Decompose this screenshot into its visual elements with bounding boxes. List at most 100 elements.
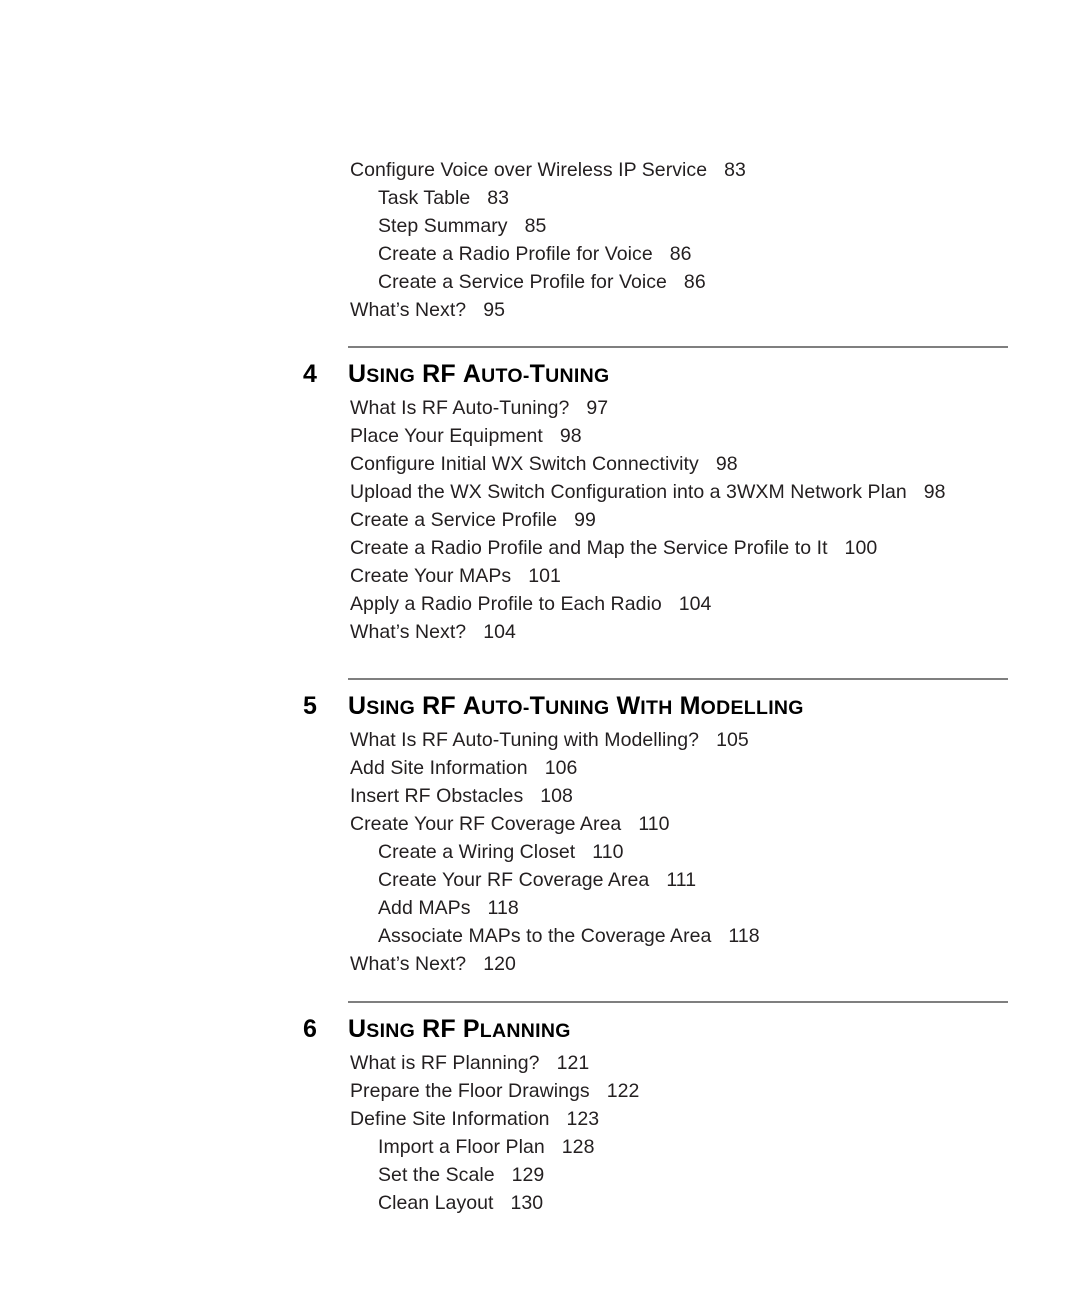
toc-entry[interactable]: Upload the WX Switch Configuration into … (350, 478, 946, 506)
toc-entry-page-number: 108 (540, 785, 573, 807)
chapter-title-acronym: RF (422, 692, 456, 720)
chapter-title-smallcaps: ODELLING (700, 697, 804, 719)
toc-entry-page-number: 122 (606, 1080, 640, 1102)
toc-entry-title: Insert RF Obstacles (350, 785, 524, 807)
toc-entry-title: What’s Next? (350, 953, 467, 975)
toc-entry[interactable]: Configure Initial WX Switch Connectivity… (350, 450, 946, 478)
toc-entry[interactable]: Step Summary 85 (350, 212, 746, 240)
toc-entry-title: Create a Wiring Closet (378, 841, 576, 863)
chapter-title-acronym: RF (422, 1015, 456, 1043)
toc-entry-page-number: 121 (556, 1052, 590, 1074)
chapter-title-hyphen: - (522, 697, 530, 719)
toc-entry[interactable]: Apply a Radio Profile to Each Radio 104 (350, 590, 946, 618)
chapter-divider-rule (348, 1001, 1008, 1003)
toc-entry-page-number: 104 (678, 593, 712, 615)
toc-entry[interactable]: Create Your RF Coverage Area 111 (350, 866, 760, 894)
toc-entry-page-number: 104 (483, 621, 516, 643)
chapter-heading[interactable]: 5 USING RF AUTO-TUNING WITH MODELLING (303, 689, 804, 723)
toc-entry[interactable]: Add Site Information 106 (350, 754, 760, 782)
toc-entry-title: Create Your RF Coverage Area (378, 869, 650, 891)
chapter-entries: What Is RF Auto-Tuning with Modelling? 10… (350, 726, 760, 978)
toc-entry[interactable]: Create a Wiring Closet 110 (350, 838, 760, 866)
toc-entry[interactable]: What’s Next? 95 (350, 296, 746, 324)
toc-entry-title: Configure Initial WX Switch Connectivity (350, 453, 699, 475)
toc-entry-title: What’s Next? (350, 621, 467, 643)
toc-entry-page-number: 130 (510, 1192, 544, 1214)
toc-entry-title: Step Summary (378, 215, 508, 237)
chapter-title-initial: A (462, 360, 482, 388)
chapter-title-hyphen: - (522, 365, 530, 387)
toc-entry-title: Place Your Equipment (350, 425, 543, 447)
chapter-title-initial: U (348, 360, 367, 388)
toc-entry[interactable]: Place Your Equipment 98 (350, 422, 946, 450)
chapter-title-smallcaps: UTO (481, 365, 523, 387)
toc-entry-page-number: 120 (483, 953, 516, 975)
chapter-title-smallcaps: UTO (481, 697, 523, 719)
toc-entry-title: Import a Floor Plan (378, 1136, 545, 1158)
chapter-title-smallcaps: SING (366, 1020, 416, 1042)
chapter-entries: What Is RF Auto-Tuning? 97 Place Your Equi… (350, 394, 946, 646)
toc-entry-title: Apply a Radio Profile to Each Radio (350, 593, 662, 615)
toc-entry[interactable]: Create a Service Profile for Voice 86 (350, 268, 746, 296)
toc-entry[interactable]: What is RF Planning? 121 (350, 1049, 639, 1077)
toc-entry-title: Associate MAPs to the Coverage Area (378, 925, 712, 947)
toc-entry-page-number: 105 (716, 729, 749, 751)
toc-entry-title: What’s Next? (350, 299, 467, 321)
toc-entry[interactable]: Define Site Information 123 (350, 1105, 639, 1133)
chapter-title-initial: U (348, 1015, 367, 1043)
chapter-title-initial: T (529, 360, 546, 388)
toc-entry-page-number: 83 (487, 187, 510, 209)
chapter-title-smallcaps: UNING (545, 365, 610, 387)
toc-entry-title: What is RF Planning? (350, 1052, 540, 1074)
toc-entry[interactable]: Create a Radio Profile for Voice 86 (350, 240, 746, 268)
toc-entry-title: Create Your MAPs (350, 565, 512, 587)
toc-entry-title: Task Table (378, 187, 471, 209)
chapter-heading[interactable]: 4 USING RF AUTO-TUNING (303, 357, 609, 391)
toc-entry[interactable]: Prepare the Floor Drawings 122 (350, 1077, 639, 1105)
chapter-title-initial: T (529, 692, 546, 720)
toc-page: Configure Voice over Wireless IP Service… (0, 0, 1080, 1296)
toc-entry-page-number: 97 (586, 397, 609, 419)
chapter-title-initial: P (462, 1015, 480, 1043)
toc-entry-page-number: 128 (561, 1136, 595, 1158)
toc-entry-page-number: 99 (574, 509, 596, 531)
toc-entry[interactable]: Import a Floor Plan 128 (350, 1133, 639, 1161)
toc-entry[interactable]: Clean Layout 130 (350, 1189, 639, 1217)
chapter-title-smallcaps: SING (366, 697, 416, 719)
toc-entry[interactable]: What Is RF Auto-Tuning with Modelling? 10… (350, 726, 760, 754)
toc-entry-page-number: 106 (544, 757, 578, 779)
toc-entry[interactable]: What’s Next? 104 (350, 618, 946, 646)
chapter-title-initial: M (679, 692, 701, 720)
toc-entry-page-number: 110 (592, 841, 624, 863)
toc-entry[interactable]: Create a Radio Profile and Map the Servi… (350, 534, 946, 562)
toc-entry-title: Set the Scale (378, 1164, 495, 1186)
toc-entry[interactable]: Create Your MAPs 101 (350, 562, 946, 590)
chapter-heading[interactable]: 6 USING RF PLANNING (303, 1012, 571, 1046)
toc-entry[interactable]: Set the Scale 129 (350, 1161, 639, 1189)
toc-entry[interactable]: Create Your RF Coverage Area 110 (350, 810, 760, 838)
toc-entry[interactable]: Associate MAPs to the Coverage Area 118 (350, 922, 760, 950)
toc-entry-page-number: 110 (638, 813, 670, 835)
toc-entry-page-number: 118 (487, 897, 519, 919)
toc-entry-page-number: 98 (715, 453, 738, 475)
toc-entry-page-number: 129 (511, 1164, 545, 1186)
toc-entry[interactable]: Configure Voice over Wireless IP Service… (350, 156, 746, 184)
toc-entry[interactable]: Task Table 83 (350, 184, 746, 212)
toc-entry-page-number: 98 (923, 481, 946, 503)
chapter-title-smallcaps: LANNING (479, 1020, 571, 1042)
chapter-entries: What is RF Planning? 121 Prepare the Floor… (350, 1049, 639, 1217)
chapter-title-acronym: RF (422, 360, 456, 388)
toc-entry-page-number: 83 (724, 159, 746, 181)
toc-entry-title: Add MAPs (378, 897, 471, 919)
chapter-number: 5 (303, 692, 317, 720)
toc-entry[interactable]: Create a Service Profile 99 (350, 506, 946, 534)
toc-entry[interactable]: Add MAPs 118 (350, 894, 760, 922)
toc-entry[interactable]: What’s Next? 120 (350, 950, 760, 978)
toc-entry[interactable]: What Is RF Auto-Tuning? 97 (350, 394, 946, 422)
toc-entry-title: Create Your RF Coverage Area (350, 813, 622, 835)
toc-entry[interactable]: Insert RF Obstacles 108 (350, 782, 760, 810)
toc-entry-page-number: 123 (566, 1108, 600, 1130)
chapter-title: USING RF AUTO-TUNING WITH MODELLING (348, 689, 804, 727)
toc-entry-title: Define Site Information (350, 1108, 550, 1130)
chapter-number: 6 (303, 1015, 317, 1043)
